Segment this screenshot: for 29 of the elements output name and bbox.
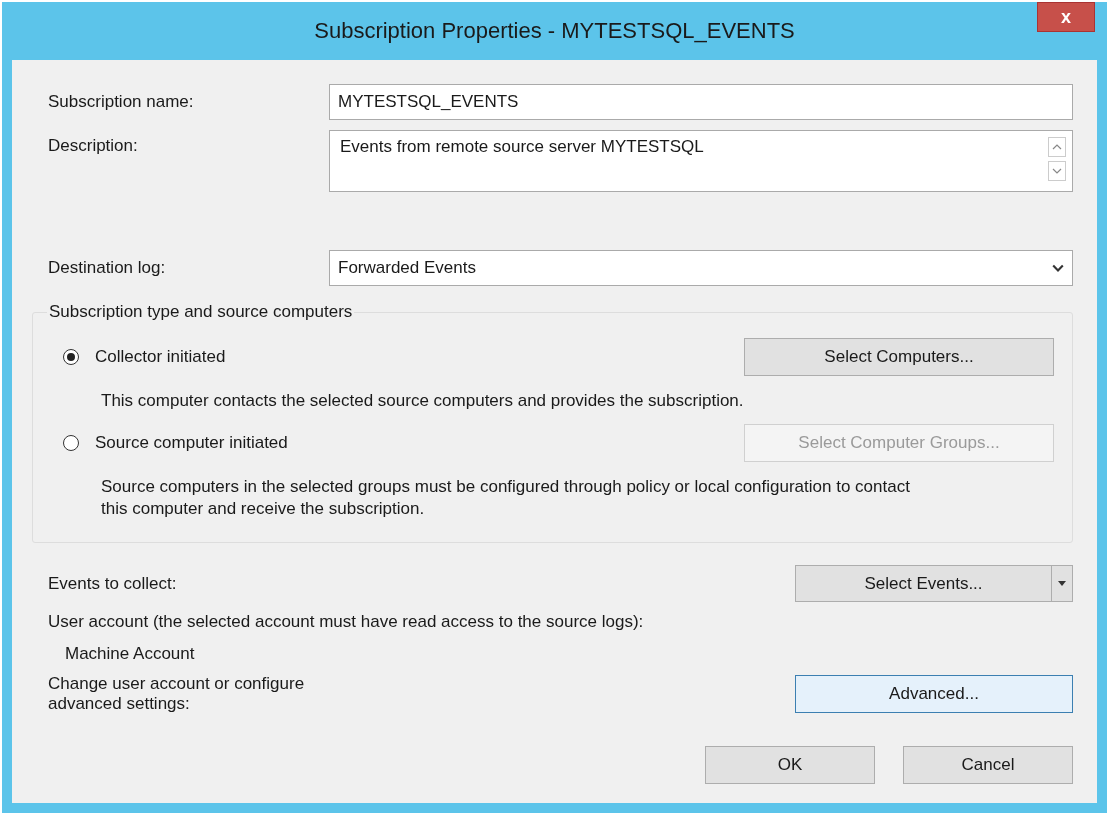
name-field[interactable]: MYTESTSQL_EVENTS [329,84,1073,120]
window-title: Subscription Properties - MYTESTSQL_EVENTS [314,18,795,44]
close-button[interactable]: x [1037,2,1095,32]
scroll-up-icon[interactable] [1048,137,1066,157]
option-description: This computer contacts the selected source computers and provides the subscription. [101,390,745,412]
chevron-down-icon [1052,264,1064,272]
advanced-button[interactable]: Advanced... [795,675,1073,714]
description-text: Events from remote source server MYTESTSQL [340,137,704,158]
radio-button[interactable] [63,435,79,452]
log-dropdown[interactable]: Forwarded Events [329,250,1073,286]
account-value: Machine Account [65,644,196,665]
field-label: Subscription name: [48,92,195,112]
events-label: Events to collect: [48,573,178,594]
option-description: Source computers in the selected groups must be configured through policy or local configuration to contact this computer and receive the subscription. [101,476,911,521]
description-field[interactable]: Events from remote source server MYTESTSQL [329,130,1073,192]
field-label: Description: [48,135,139,156]
scroll-down-icon[interactable] [1048,161,1066,181]
radio-button[interactable] [63,349,79,365]
dialog-button[interactable]: OK [705,746,875,785]
field-label: Destination log: [48,258,167,278]
select-button[interactable]: Select Computers... [744,338,1054,376]
dialog-button[interactable]: Cancel [903,746,1073,785]
radio-option[interactable]: Source computer initiated [63,433,288,454]
dropdown-arrow-icon[interactable] [1058,581,1066,587]
advanced-label: Change user account or configure advanced settings: [48,674,306,715]
account-label: User account (the selected account must have read access to the source logs): [48,612,645,633]
select-events-button[interactable]: Select Events... [795,565,1073,603]
radio-option[interactable]: Collector initiated [63,347,226,367]
group-title: Subscription type and source computers [48,302,354,322]
